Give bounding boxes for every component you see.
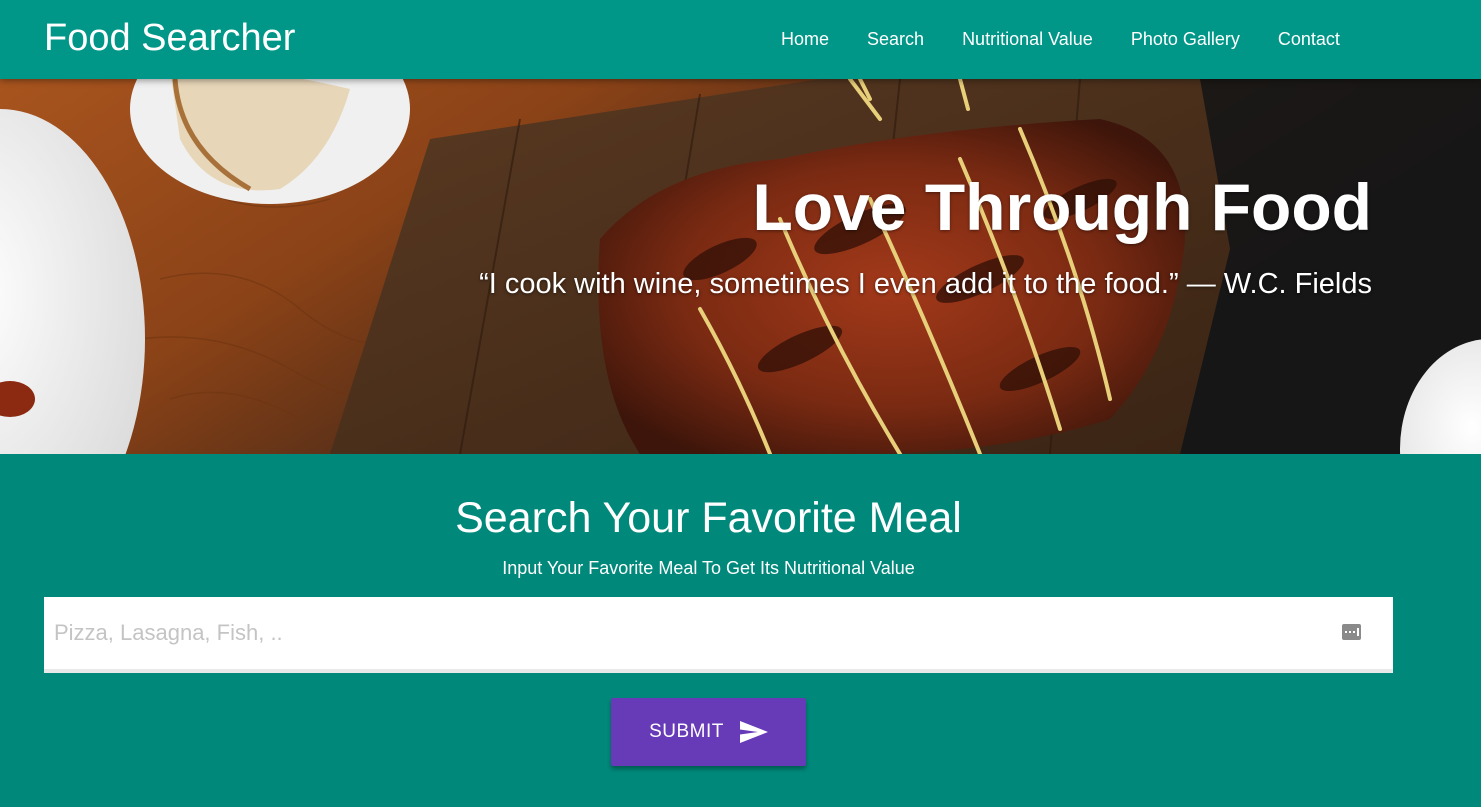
hero-title: Love Through Food [752, 170, 1372, 244]
submit-button[interactable]: SUBMIT [611, 698, 806, 766]
send-icon [739, 721, 768, 743]
hero-quote: “I cook with wine, sometimes I even add … [479, 268, 1372, 300]
nav-link-search[interactable]: Search [848, 0, 943, 79]
nav-link-contact[interactable]: Contact [1259, 0, 1359, 79]
nav-link-home[interactable]: Home [762, 0, 848, 79]
nav-link-photo-gallery[interactable]: Photo Gallery [1112, 0, 1259, 79]
nav-links: Home Search Nutritional Value Photo Gall… [762, 0, 1359, 79]
meal-search-input[interactable] [44, 597, 1324, 669]
nav-link-nutritional-value[interactable]: Nutritional Value [943, 0, 1112, 79]
meal-search-box [44, 597, 1393, 673]
search-subheading: Input Your Favorite Meal To Get Its Nutr… [502, 558, 915, 578]
autofill-icon[interactable] [1342, 624, 1361, 640]
hero-banner: Love Through Food “I cook with wine, som… [0, 79, 1481, 454]
top-navbar: Food Searcher Home Search Nutritional Va… [0, 0, 1481, 79]
submit-button-label: SUBMIT [649, 721, 724, 742]
search-section: Search Your Favorite Meal Input Your Fav… [0, 454, 1481, 807]
brand-logo[interactable]: Food Searcher [44, 15, 295, 61]
search-heading: Search Your Favorite Meal [455, 494, 962, 542]
